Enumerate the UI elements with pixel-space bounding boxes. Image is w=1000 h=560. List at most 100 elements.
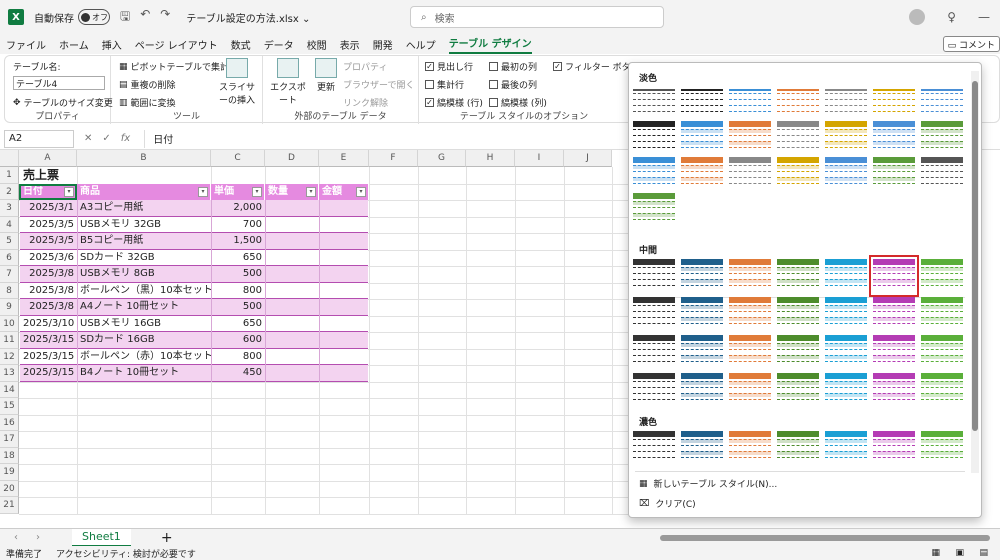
table-style-dark[interactable] — [681, 431, 723, 465]
column-header[interactable]: A — [19, 150, 77, 167]
save-icon[interactable]: 🖫 — [120, 7, 130, 28]
minimize-icon[interactable]: — — [978, 10, 990, 24]
row-header[interactable]: 6 — [0, 249, 19, 266]
row-header[interactable]: 4 — [0, 216, 19, 233]
table-style-light[interactable] — [729, 85, 771, 119]
menu-tab[interactable]: 開発 — [373, 37, 393, 52]
row-header[interactable]: 16 — [0, 414, 19, 431]
row-header[interactable]: 14 — [0, 381, 19, 398]
convert-range-button[interactable]: ▥ 範囲に変換 — [119, 96, 176, 110]
table-style-light[interactable] — [633, 157, 675, 191]
table-cell[interactable]: 450 — [211, 365, 265, 382]
table-style-light[interactable] — [729, 121, 771, 155]
row-header[interactable]: 2 — [0, 183, 19, 200]
menu-tab[interactable]: ヘルプ — [406, 37, 436, 52]
table-cell[interactable]: 500 — [211, 299, 265, 316]
filter-dropdown-icon[interactable]: ▾ — [356, 186, 366, 197]
menu-tab[interactable]: 表示 — [340, 37, 360, 52]
table-style-light[interactable] — [825, 85, 867, 119]
menu-tab[interactable]: データ — [264, 37, 294, 52]
column-header[interactable]: I — [515, 150, 564, 167]
table-style-medium[interactable] — [869, 255, 919, 297]
table-style-medium[interactable] — [777, 297, 819, 331]
sheet-nav-left-icon[interactable]: ‹ — [14, 532, 18, 543]
first-column-checkbox[interactable]: 最初の列 — [489, 60, 537, 73]
table-cell[interactable]: USBメモリ 16GB — [77, 316, 211, 333]
undo-icon[interactable]: ↶ — [140, 7, 150, 28]
table-cell[interactable]: 800 — [211, 349, 265, 366]
table-style-light[interactable] — [873, 121, 915, 155]
gallery-scrollbar[interactable] — [971, 71, 979, 473]
table-style-medium[interactable] — [633, 259, 675, 293]
redo-icon[interactable]: ↷ — [160, 7, 170, 28]
table-cell[interactable]: 2,000 — [211, 200, 265, 217]
menu-tab[interactable]: 校閲 — [307, 37, 327, 52]
table-style-medium[interactable] — [633, 297, 675, 331]
table-style-medium[interactable] — [681, 335, 723, 369]
table-cell[interactable]: 2025/3/8 — [20, 266, 77, 283]
table-cell[interactable]: 2025/3/6 — [20, 250, 77, 267]
column-header[interactable]: G — [418, 150, 466, 167]
table-cell[interactable]: 2025/3/8 — [20, 283, 77, 300]
table-style-medium[interactable] — [825, 259, 867, 293]
table-style-dark[interactable] — [921, 431, 963, 465]
accessibility-status[interactable]: アクセシビリティ: 検討が必要です — [56, 547, 196, 560]
row-header[interactable]: 9 — [0, 299, 19, 316]
menu-tab[interactable]: 挿入 — [102, 37, 122, 52]
table-style-light[interactable] — [873, 85, 915, 119]
sheet-title[interactable]: 売上票 — [20, 167, 62, 184]
table-style-medium[interactable] — [729, 259, 771, 293]
table-style-medium[interactable] — [921, 259, 963, 293]
table-cell[interactable]: 2025/3/1 — [20, 200, 77, 217]
table-cell[interactable]: ボールペン（赤）10本セット — [77, 349, 211, 366]
name-box[interactable]: A2 — [4, 129, 74, 148]
open-browser-button[interactable]: ブラウザーで開く — [343, 78, 414, 91]
page-break-icon[interactable]: ▤ — [979, 548, 988, 558]
horizontal-scrollbar[interactable] — [660, 535, 990, 541]
column-header[interactable]: B — [77, 150, 211, 167]
table-header-cell[interactable]: 商品 ▾ — [77, 183, 211, 200]
table-style-medium[interactable] — [921, 373, 963, 407]
header-row-checkbox[interactable]: ✓ 見出し行 — [425, 60, 473, 73]
pivot-button[interactable]: ▦ ピボットテーブルで集計 — [119, 60, 229, 74]
banded-columns-checkbox[interactable]: 縞模様 (列) — [489, 96, 547, 109]
scroll-thumb[interactable] — [972, 81, 978, 431]
resize-table-button[interactable]: ✥ テーブルのサイズ変更 — [13, 96, 113, 110]
table-cell[interactable]: 2025/3/5 — [20, 233, 77, 250]
table-style-light[interactable] — [633, 85, 675, 119]
table-style-medium[interactable] — [873, 335, 915, 369]
table-style-medium[interactable] — [777, 373, 819, 407]
table-style-light[interactable] — [777, 121, 819, 155]
table-cell[interactable]: SDカード 32GB — [77, 250, 211, 267]
row-header[interactable]: 10 — [0, 315, 19, 332]
row-header[interactable]: 13 — [0, 365, 19, 382]
table-style-dark[interactable] — [825, 431, 867, 465]
lightbulb-icon[interactable]: ♀ — [947, 10, 956, 24]
column-header[interactable]: F — [369, 150, 418, 167]
table-style-medium[interactable] — [873, 373, 915, 407]
avatar[interactable] — [909, 9, 926, 25]
dedupe-button[interactable]: ▤ 重複の削除 — [119, 78, 176, 92]
slicer-button[interactable]: スライサーの挿入 — [215, 58, 259, 106]
table-header-cell[interactable]: 単価 ▾ — [211, 183, 265, 200]
formula-input[interactable]: 日付 — [144, 129, 173, 148]
autosave-toggle[interactable]: オフ — [78, 9, 110, 25]
table-style-medium[interactable] — [729, 335, 771, 369]
filter-dropdown-icon[interactable]: ▾ — [198, 186, 208, 197]
table-cell[interactable]: 650 — [211, 250, 265, 267]
table-cell[interactable]: SDカード 16GB — [77, 332, 211, 349]
menu-tab[interactable]: 数式 — [231, 37, 251, 52]
table-style-medium[interactable] — [633, 335, 675, 369]
table-style-dark[interactable] — [633, 431, 675, 465]
table-style-medium[interactable] — [729, 297, 771, 331]
row-header[interactable]: 3 — [0, 200, 19, 217]
table-cell[interactable]: 2025/3/15 — [20, 332, 77, 349]
table-style-medium[interactable] — [777, 335, 819, 369]
unlink-button[interactable]: リンク解除 — [343, 96, 388, 109]
table-style-light[interactable] — [777, 157, 819, 191]
table-style-light[interactable] — [729, 157, 771, 191]
row-header[interactable]: 1 — [0, 167, 19, 184]
menu-tab[interactable]: ページ レイアウト — [135, 37, 218, 52]
file-name[interactable]: テーブル設定の方法.xlsx ⌄ — [186, 10, 310, 25]
table-style-medium[interactable] — [825, 335, 867, 369]
